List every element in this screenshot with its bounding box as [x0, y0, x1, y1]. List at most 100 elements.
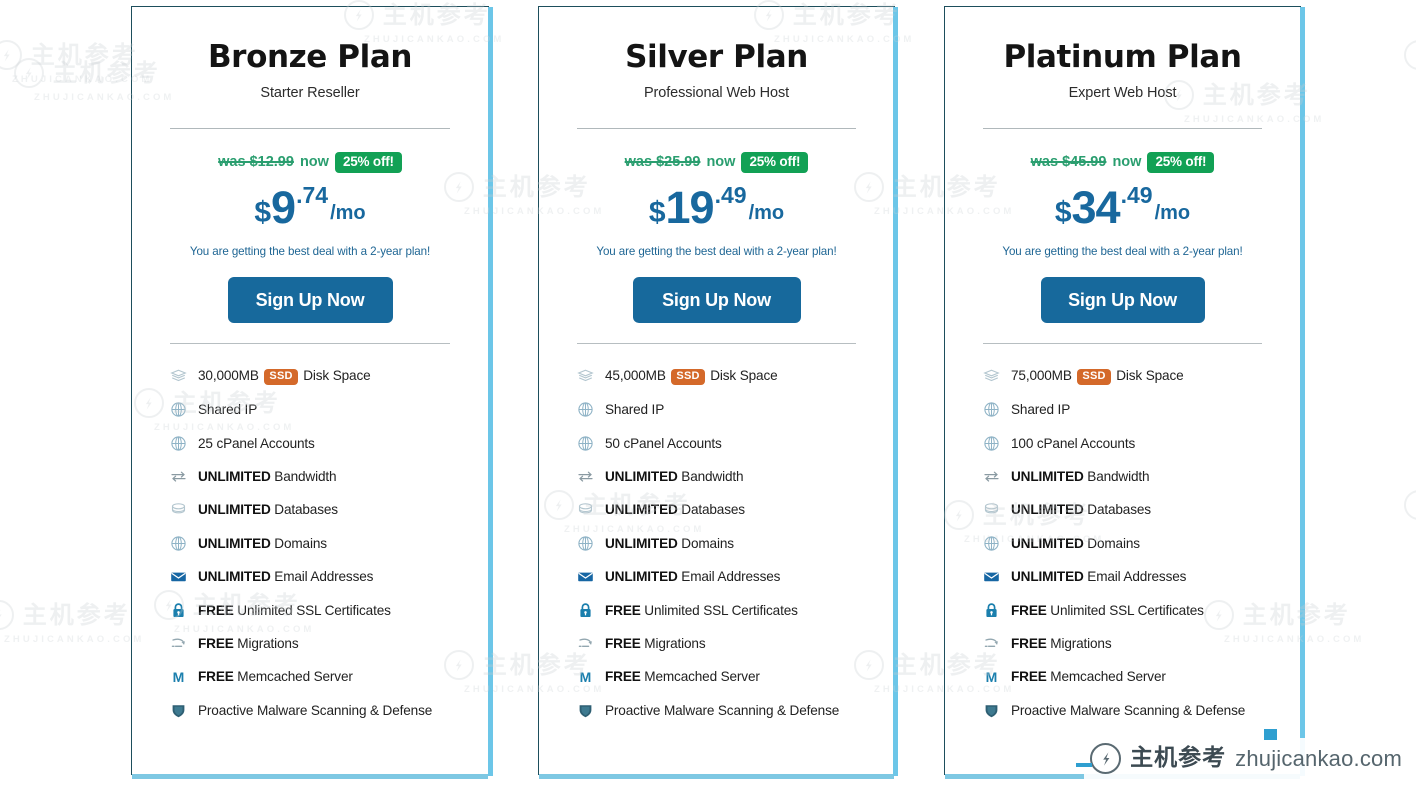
feature-item: Proactive Malware Scanning & Defense: [170, 694, 450, 727]
feature-label: UNLIMITED Bandwidth: [605, 468, 744, 484]
database-icon: [577, 501, 594, 518]
discount-badge: 25% off!: [334, 152, 402, 173]
bandwidth-arrows-icon: [577, 468, 594, 485]
accent-bar-top: [1264, 729, 1278, 740]
disk-stack-icon: [170, 368, 187, 385]
deal-note: You are getting the best deal with a 2-y…: [596, 244, 837, 258]
divider: [577, 342, 856, 344]
feature-label: UNLIMITED Databases: [1011, 502, 1151, 518]
card-scrollbar-silver[interactable]: [893, 7, 898, 776]
feature-item: UNLIMITED Domains: [983, 527, 1262, 560]
price-decimal: .74: [296, 181, 329, 208]
now-label: now: [706, 154, 736, 171]
feature-label: UNLIMITED Databases: [605, 502, 745, 518]
feature-label: Proactive Malware Scanning & Defense: [1011, 702, 1246, 718]
card-scrollbar-bronze[interactable]: [488, 7, 493, 776]
feature-label: 50 cPanel Accounts: [605, 435, 722, 451]
sign-up-button[interactable]: Sign Up Now: [632, 276, 801, 323]
feature-label: UNLIMITED Domains: [198, 535, 327, 551]
plan-card-bronze: Bronze Plan Starter Reseller was $12.99 …: [131, 6, 493, 779]
feature-item: Shared IP: [170, 393, 450, 426]
envelope-icon: [170, 568, 187, 585]
plan-card-silver: Silver Plan Professional Web Host was $2…: [538, 6, 898, 779]
globe-icon: [983, 435, 1000, 452]
globe-icon: [170, 435, 187, 452]
feature-label: FREE Migrations: [198, 635, 299, 651]
price-currency: $: [648, 195, 666, 229]
feature-label: Proactive Malware Scanning & Defense: [605, 702, 840, 718]
lock-icon: [170, 602, 187, 619]
feature-item: 50 cPanel Accounts: [577, 426, 856, 459]
promo-row: was $45.99 now 25% off!: [983, 152, 1262, 173]
envelope-icon: [983, 568, 1000, 585]
feature-item: UNLIMITED Bandwidth: [170, 460, 450, 493]
brand-name-cn: 主机参考: [1130, 745, 1227, 771]
now-label: now: [299, 154, 329, 171]
price-integer: 9: [271, 181, 296, 233]
deal-note: You are getting the best deal with a 2-y…: [1002, 244, 1243, 258]
feature-label: 30,000MB SSD Disk Space: [198, 367, 371, 385]
brand-watermark-badge: 主机参考 zhujicankao.com: [1076, 729, 1410, 779]
feature-item: FREE Migrations: [983, 627, 1262, 660]
feature-item: UNLIMITED Databases: [577, 493, 856, 526]
feature-item: UNLIMITED Email Addresses: [983, 560, 1262, 593]
sign-up-button[interactable]: Sign Up Now: [1040, 276, 1205, 323]
feature-item: FREE Unlimited SSL Certificates: [170, 593, 450, 626]
ssd-badge: SSD: [264, 368, 298, 385]
cta-wrapper: Sign Up Now: [983, 276, 1262, 323]
feature-label: UNLIMITED Domains: [605, 535, 734, 551]
envelope-icon: [577, 568, 594, 585]
feature-item: UNLIMITED Email Addresses: [577, 560, 856, 593]
feature-item: FREE Migrations: [577, 627, 856, 660]
price-display: $ 34 .49 /mo: [983, 181, 1262, 230]
shield-icon: [983, 702, 1000, 719]
pricing-plans-container: Bronze Plan Starter Reseller was $12.99 …: [0, 0, 1416, 787]
shield-icon: [577, 702, 594, 719]
card-bottom-edge: [132, 774, 488, 779]
price-period: /mo: [1154, 201, 1191, 224]
feature-item: UNLIMITED Databases: [170, 493, 450, 526]
globe-icon: [170, 535, 187, 552]
database-icon: [983, 501, 1000, 518]
ssd-badge: SSD: [1077, 368, 1111, 385]
feature-label: 100 cPanel Accounts: [1011, 435, 1136, 451]
divider: [170, 128, 450, 130]
divider: [983, 342, 1262, 344]
feature-label: UNLIMITED Domains: [1011, 535, 1140, 551]
plan-title: Platinum Plan: [1003, 39, 1242, 75]
feature-label: UNLIMITED Email Addresses: [1011, 569, 1187, 585]
card-scrollbar-platinum[interactable]: [1300, 7, 1305, 776]
card-bottom-edge: [539, 774, 894, 779]
feature-item: Shared IP: [577, 393, 856, 426]
globe-icon: [983, 401, 1000, 418]
feature-item: FREE Unlimited SSL Certificates: [983, 593, 1262, 626]
feature-label: FREE Unlimited SSL Certificates: [198, 602, 391, 618]
bandwidth-arrows-icon: [983, 468, 1000, 485]
feature-item: UNLIMITED Bandwidth: [577, 460, 856, 493]
bandwidth-arrows-icon: [170, 468, 187, 485]
discount-badge: 25% off!: [741, 152, 809, 173]
price-display: $ 19 .49 /mo: [577, 181, 856, 230]
lock-icon: [577, 602, 594, 619]
price-decimal: .49: [1120, 181, 1153, 208]
feature-label: FREE Memcached Server: [198, 669, 353, 685]
was-price: was $12.99: [218, 154, 294, 171]
feature-label: Shared IP: [605, 402, 665, 418]
feature-item: UNLIMITED Bandwidth: [983, 460, 1262, 493]
deal-note: You are getting the best deal with a 2-y…: [189, 244, 431, 258]
migration-arrow-icon: [577, 635, 594, 652]
globe-icon: [577, 435, 594, 452]
feature-item: 100 cPanel Accounts: [983, 426, 1262, 459]
price-decimal: .49: [714, 181, 747, 208]
discount-badge: 25% off!: [1147, 152, 1215, 173]
feature-item: UNLIMITED Email Addresses: [170, 560, 450, 593]
plan-subtitle: Expert Web Host: [1068, 85, 1177, 102]
promo-row: was $25.99 now 25% off!: [577, 152, 856, 173]
feature-label: FREE Migrations: [1011, 635, 1112, 651]
sign-up-button[interactable]: Sign Up Now: [227, 276, 393, 323]
feature-item: M FREE Memcached Server: [983, 660, 1262, 693]
plan-title: Bronze Plan: [207, 39, 413, 75]
feature-label: FREE Unlimited SSL Certificates: [605, 602, 798, 618]
lock-icon: [983, 602, 1000, 619]
brand-name-en: zhujicankao.com: [1235, 745, 1402, 771]
